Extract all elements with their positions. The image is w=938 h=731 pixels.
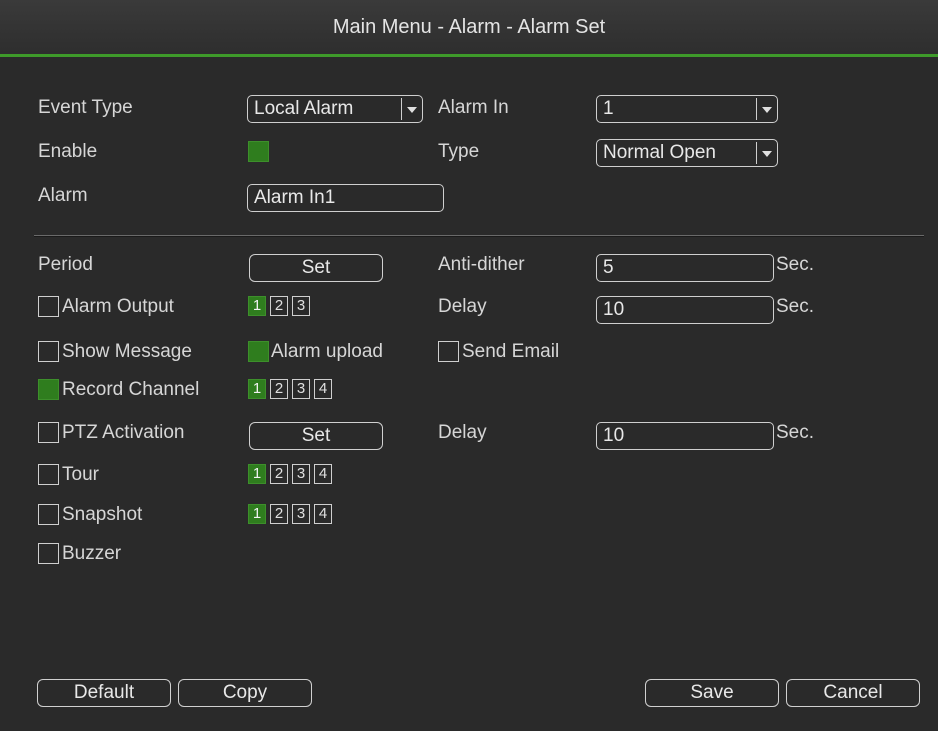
type-select[interactable]: Normal Open — [596, 139, 778, 167]
alarm-in-label: Alarm In — [438, 97, 509, 118]
event-type-select[interactable]: Local Alarm — [247, 95, 423, 123]
send-email-label: Send Email — [462, 341, 560, 362]
send-email-checkbox[interactable] — [438, 341, 459, 362]
alarm-output-channel-3[interactable]: 3 — [292, 296, 310, 316]
tour-channel-2[interactable]: 2 — [270, 464, 288, 484]
alarm-upload-label: Alarm upload — [271, 341, 383, 362]
record-channel-2[interactable]: 2 — [270, 379, 288, 399]
record-channel-channels: 1 2 3 4 — [248, 379, 332, 399]
ptz-activation-label: PTZ Activation — [62, 422, 185, 443]
ptz-delay-unit: Sec. — [776, 422, 815, 443]
chevron-down-icon[interactable] — [401, 98, 422, 120]
snapshot-channel-2[interactable]: 2 — [270, 504, 288, 524]
delay-label: Delay — [438, 296, 487, 317]
alarm-in-value: 1 — [603, 98, 614, 119]
anti-dither-label: Anti-dither — [438, 254, 525, 275]
alarm-name-input[interactable]: Alarm In1 — [247, 184, 444, 212]
tour-channel-4[interactable]: 4 — [314, 464, 332, 484]
ptz-delay-input[interactable]: 10 — [596, 422, 774, 450]
buzzer-checkbox[interactable] — [38, 543, 59, 564]
event-type-label: Event Type — [38, 97, 133, 118]
snapshot-channel-1[interactable]: 1 — [248, 504, 266, 524]
tour-channel-3[interactable]: 3 — [292, 464, 310, 484]
alarm-output-label: Alarm Output — [62, 296, 174, 317]
snapshot-channel-3[interactable]: 3 — [292, 504, 310, 524]
tour-channel-1[interactable]: 1 — [248, 464, 266, 484]
record-channel-4[interactable]: 4 — [314, 379, 332, 399]
period-set-button[interactable]: Set — [249, 254, 383, 282]
tour-label: Tour — [62, 464, 99, 485]
anti-dither-input[interactable]: 5 — [596, 254, 774, 282]
alarm-output-channels: 1 2 3 — [248, 296, 310, 316]
event-type-value: Local Alarm — [254, 98, 354, 119]
alarm-set-window: Main Menu - Alarm - Alarm Set Event Type… — [0, 0, 938, 731]
alarm-output-checkbox[interactable] — [38, 296, 59, 317]
alarm-upload-checkbox[interactable] — [248, 341, 269, 362]
record-channel-1[interactable]: 1 — [248, 379, 266, 399]
delay-unit: Sec. — [776, 296, 815, 317]
type-value: Normal Open — [603, 142, 716, 163]
ptz-set-button[interactable]: Set — [249, 422, 383, 450]
anti-dither-unit: Sec. — [776, 254, 815, 275]
copy-button[interactable]: Copy — [178, 679, 312, 707]
ptz-delay-label: Delay — [438, 422, 487, 443]
show-message-checkbox[interactable] — [38, 341, 59, 362]
snapshot-channels: 1 2 3 4 — [248, 504, 332, 524]
record-channel-3[interactable]: 3 — [292, 379, 310, 399]
save-button[interactable]: Save — [645, 679, 779, 707]
default-button[interactable]: Default — [37, 679, 171, 707]
type-label: Type — [438, 141, 480, 162]
enable-checkbox[interactable] — [248, 141, 269, 162]
ptz-activation-checkbox[interactable] — [38, 422, 59, 443]
delay-input[interactable]: 10 — [596, 296, 774, 324]
tour-channels: 1 2 3 4 — [248, 464, 332, 484]
period-label: Period — [38, 254, 93, 275]
snapshot-checkbox[interactable] — [38, 504, 59, 525]
buzzer-label: Buzzer — [62, 543, 122, 564]
alarm-in-select[interactable]: 1 — [596, 95, 778, 123]
record-channel-label: Record Channel — [62, 379, 200, 400]
enable-label: Enable — [38, 141, 98, 162]
record-channel-checkbox[interactable] — [38, 379, 59, 400]
chevron-down-icon[interactable] — [756, 98, 777, 120]
show-message-label: Show Message — [62, 341, 192, 362]
snapshot-label: Snapshot — [62, 504, 143, 525]
chevron-down-icon[interactable] — [756, 142, 777, 164]
snapshot-channel-4[interactable]: 4 — [314, 504, 332, 524]
alarm-output-channel-2[interactable]: 2 — [270, 296, 288, 316]
tour-checkbox[interactable] — [38, 464, 59, 485]
alarm-output-channel-1[interactable]: 1 — [248, 296, 266, 316]
section-divider — [34, 235, 924, 237]
cancel-button[interactable]: Cancel — [786, 679, 920, 707]
alarm-label: Alarm — [38, 185, 88, 206]
window-title: Main Menu - Alarm - Alarm Set — [0, 0, 938, 57]
